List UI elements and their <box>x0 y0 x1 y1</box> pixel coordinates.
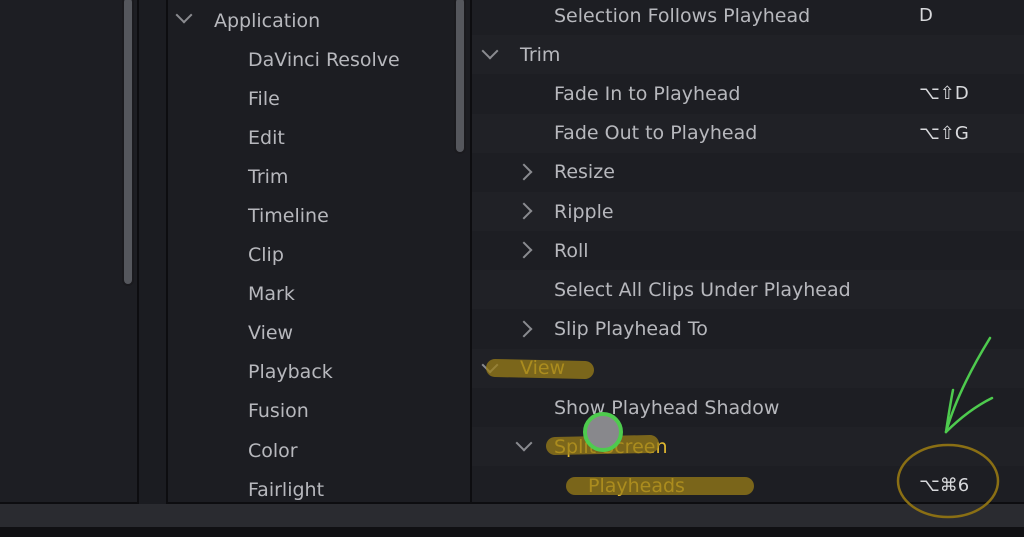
command-row[interactable]: Split Screen <box>472 427 1022 466</box>
category-label: DaVinci Resolve <box>248 48 400 71</box>
commands-panel: Selection Follows Playhead D Trim Fade In t… <box>470 0 1024 504</box>
category-label: Color <box>248 439 298 462</box>
chevron-down-icon[interactable] <box>481 356 499 374</box>
shortcut-key[interactable]: ⌥⇧G <box>919 123 969 144</box>
command-row[interactable]: Fade Out to Playhead ⌥⇧G <box>472 114 1022 153</box>
command-row[interactable]: Trim <box>472 35 1022 74</box>
category-item[interactable]: Playback <box>248 353 333 392</box>
command-label: Ripple <box>554 200 614 223</box>
command-label: Playheads <box>588 474 685 497</box>
command-label: Selection Follows Playhead <box>554 4 811 27</box>
chevron-right-icon[interactable] <box>515 163 533 181</box>
category-label: Trim <box>248 165 289 188</box>
command-label: Show Playhead Shadow <box>554 396 780 419</box>
category-item[interactable]: Clip <box>248 236 284 275</box>
chevron-down-icon[interactable] <box>515 434 533 452</box>
category-item[interactable]: Color <box>248 431 298 470</box>
command-label: Fade In to Playhead <box>554 82 741 105</box>
command-label: Slip Playhead To <box>554 318 708 341</box>
left-panel <box>0 0 139 504</box>
command-row[interactable]: View <box>472 349 1022 388</box>
category-label: Clip <box>248 244 284 266</box>
chevron-down-icon <box>175 6 193 24</box>
command-row[interactable]: Resize <box>472 153 1022 192</box>
category-label: View <box>248 322 294 345</box>
command-row[interactable]: Slip Playhead To <box>472 310 1022 349</box>
category-label: Playback <box>248 361 333 384</box>
bottom-strip <box>0 527 1024 537</box>
chevron-right-icon[interactable] <box>515 320 533 338</box>
left-scrollbar[interactable] <box>122 0 134 286</box>
command-row[interactable]: Fade In to Playhead ⌥⇧D <box>472 74 1022 113</box>
category-label: Application <box>214 9 321 32</box>
category-item[interactable]: Trim <box>248 157 288 196</box>
category-item[interactable]: DaVinci Resolve <box>248 40 400 79</box>
shortcut-key[interactable]: ⌥⇧D <box>919 83 969 104</box>
category-label: Edit <box>248 126 285 149</box>
category-item[interactable]: Mark <box>248 275 295 314</box>
shortcut-key[interactable]: D <box>919 5 933 26</box>
category-item[interactable]: Edit <box>248 118 285 157</box>
command-label: Fade Out to Playhead <box>554 122 758 145</box>
command-row[interactable]: Roll <box>472 231 1022 270</box>
category-label: Fairlight <box>248 478 325 501</box>
category-label: File <box>248 87 280 110</box>
command-row[interactable]: Playheads ⌥⌘6 <box>472 466 1022 505</box>
chevron-right-icon[interactable] <box>515 241 533 259</box>
category-label: Mark <box>248 283 295 306</box>
category-label: Fusion <box>248 400 309 423</box>
categories-panel: Application DaVinci Resolve File Edit Trim T… <box>166 0 472 504</box>
command-row[interactable]: Show Playhead Shadow <box>472 388 1022 427</box>
category-item[interactable]: Timeline <box>248 196 329 235</box>
command-label: Trim <box>520 43 561 66</box>
command-row[interactable]: Select All Clips Under Playhead <box>472 270 1022 309</box>
command-label: Roll <box>554 239 589 262</box>
categories-scrollbar[interactable] <box>454 0 466 154</box>
command-label: Resize <box>554 161 615 184</box>
bottom-bar <box>0 504 1024 527</box>
category-label: Timeline <box>248 204 329 227</box>
category-item[interactable]: View <box>248 314 293 353</box>
category-item[interactable]: File <box>248 79 280 118</box>
command-label: Split Screen <box>554 435 668 458</box>
chevron-down-icon[interactable] <box>481 42 499 60</box>
command-row[interactable]: Selection Follows Playhead D <box>472 0 1022 35</box>
command-label: View <box>520 357 566 380</box>
command-label: Select All Clips Under Playhead <box>554 278 851 301</box>
category-item[interactable]: Fusion <box>248 392 309 431</box>
chevron-right-icon[interactable] <box>515 202 533 220</box>
command-row[interactable]: Ripple <box>472 192 1022 231</box>
shortcut-key[interactable]: ⌥⌘6 <box>919 475 969 496</box>
